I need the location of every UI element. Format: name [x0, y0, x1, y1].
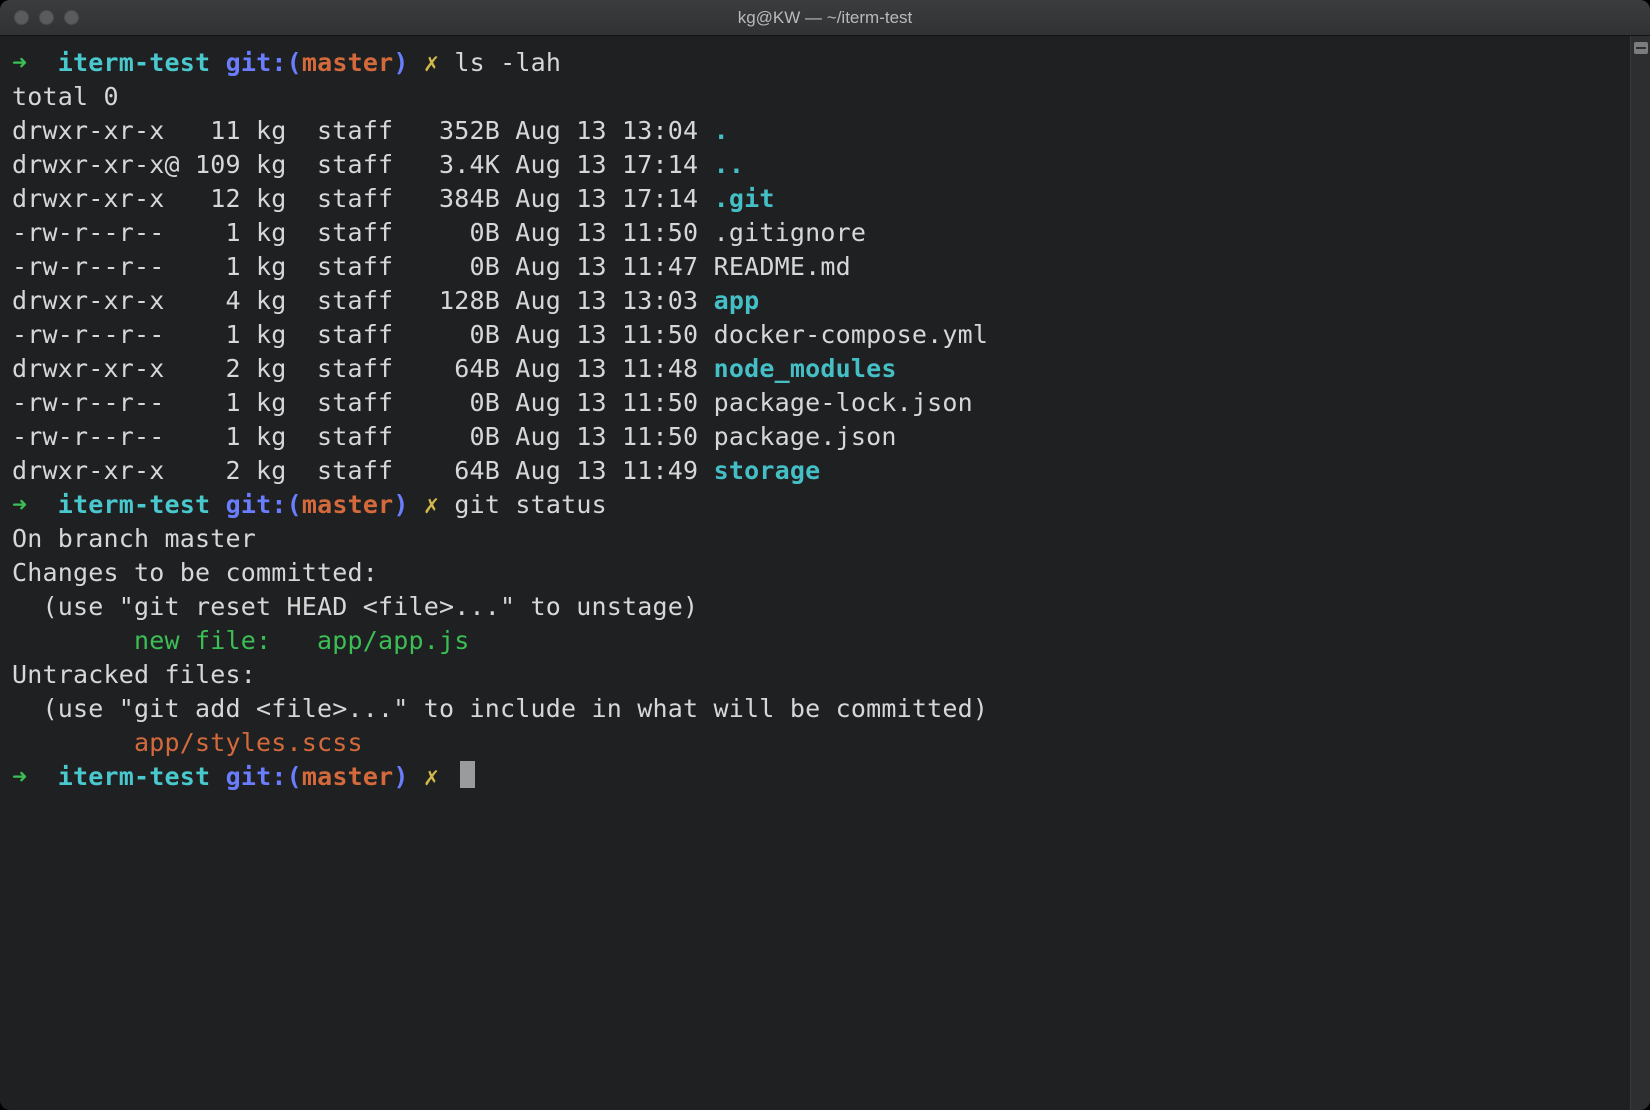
- ls-name: .gitignore: [714, 218, 867, 247]
- ls-name: docker-compose.yml: [714, 320, 989, 349]
- git-branch: master: [302, 48, 394, 77]
- git-label: git:(: [226, 490, 302, 519]
- arrow-icon: ➜: [12, 490, 27, 519]
- git-label-close: ): [393, 48, 408, 77]
- ls-row: drwxr-xr-x@ 109 kg staff 3.4K Aug 13 17:…: [12, 148, 1618, 182]
- git-staged-header: Changes to be committed:: [12, 556, 1618, 590]
- ls-name: README.md: [714, 252, 851, 281]
- dirty-icon: ✗: [424, 762, 439, 791]
- arrow-icon: ➜: [12, 48, 27, 77]
- ls-row: drwxr-xr-x 11 kg staff 352B Aug 13 13:04…: [12, 114, 1618, 148]
- ls-name: .git: [714, 184, 775, 213]
- git-staged-file: new file: app/app.js: [12, 624, 1618, 658]
- git-branch: master: [302, 762, 394, 791]
- titlebar[interactable]: kg@KW — ~/iterm-test: [0, 0, 1650, 36]
- prompt-line: ➜ iterm-test git:(master) ✗: [12, 760, 1618, 794]
- ls-name: package-lock.json: [714, 388, 973, 417]
- prompt-line: ➜ iterm-test git:(master) ✗ git status: [12, 488, 1618, 522]
- git-label: git:(: [226, 762, 302, 791]
- window-body: ➜ iterm-test git:(master) ✗ ls -lahtotal…: [0, 36, 1650, 1110]
- ls-row: drwxr-xr-x 4 kg staff 128B Aug 13 13:03 …: [12, 284, 1618, 318]
- git-label-close: ): [393, 762, 408, 791]
- prompt-line: ➜ iterm-test git:(master) ✗ ls -lah: [12, 46, 1618, 80]
- terminal-window: kg@KW — ~/iterm-test ➜ iterm-test git:(m…: [0, 0, 1650, 1110]
- git-untracked-header: Untracked files:: [12, 658, 1618, 692]
- command-text: git status: [454, 490, 607, 519]
- git-untracked-file: app/styles.scss: [12, 726, 1618, 760]
- ls-name: node_modules: [714, 354, 897, 383]
- git-branch: master: [302, 490, 394, 519]
- ls-name: ..: [714, 150, 745, 179]
- ls-row: -rw-r--r-- 1 kg staff 0B Aug 13 11:50 .g…: [12, 216, 1618, 250]
- ls-row: -rw-r--r-- 1 kg staff 0B Aug 13 11:50 pa…: [12, 386, 1618, 420]
- ls-row: -rw-r--r-- 1 kg staff 0B Aug 13 11:50 pa…: [12, 420, 1618, 454]
- cursor: [460, 761, 475, 788]
- arrow-icon: ➜: [12, 762, 27, 791]
- annotations-icon[interactable]: [1634, 42, 1648, 54]
- traffic-lights: [14, 10, 79, 25]
- prompt-cwd: iterm-test: [58, 762, 211, 791]
- ls-name: app: [714, 286, 760, 315]
- ls-row: drwxr-xr-x 2 kg staff 64B Aug 13 11:49 s…: [12, 454, 1618, 488]
- dirty-icon: ✗: [424, 48, 439, 77]
- minimize-icon[interactable]: [39, 10, 54, 25]
- ls-name: storage: [714, 456, 821, 485]
- terminal-output[interactable]: ➜ iterm-test git:(master) ✗ ls -lahtotal…: [0, 36, 1630, 1110]
- prompt-cwd: iterm-test: [58, 490, 211, 519]
- ls-row: -rw-r--r-- 1 kg staff 0B Aug 13 11:50 do…: [12, 318, 1618, 352]
- window-title: kg@KW — ~/iterm-test: [0, 8, 1650, 28]
- ls-row: drwxr-xr-x 2 kg staff 64B Aug 13 11:48 n…: [12, 352, 1618, 386]
- ls-total: total 0: [12, 80, 1618, 114]
- scrollbar-gutter[interactable]: [1630, 36, 1650, 1110]
- git-untracked-hint: (use "git add <file>..." to include in w…: [12, 692, 1618, 726]
- git-branch-line: On branch master: [12, 522, 1618, 556]
- ls-name: package.json: [714, 422, 897, 451]
- prompt-cwd: iterm-test: [58, 48, 211, 77]
- ls-name: .: [714, 116, 729, 145]
- ls-row: drwxr-xr-x 12 kg staff 384B Aug 13 17:14…: [12, 182, 1618, 216]
- close-icon[interactable]: [14, 10, 29, 25]
- dirty-icon: ✗: [424, 490, 439, 519]
- command-text: ls -lah: [454, 48, 561, 77]
- git-label: git:(: [226, 48, 302, 77]
- zoom-icon[interactable]: [64, 10, 79, 25]
- ls-row: -rw-r--r-- 1 kg staff 0B Aug 13 11:47 RE…: [12, 250, 1618, 284]
- git-staged-hint: (use "git reset HEAD <file>..." to unsta…: [12, 590, 1618, 624]
- git-label-close: ): [393, 490, 408, 519]
